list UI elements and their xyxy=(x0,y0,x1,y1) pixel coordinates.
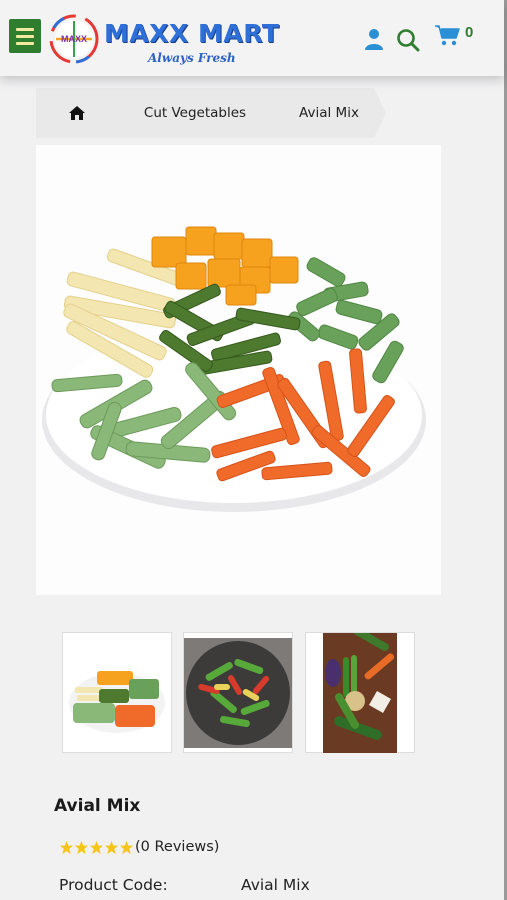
product-title: Avial Mix xyxy=(54,796,141,816)
menu-icon-bar xyxy=(16,41,34,45)
user-icon[interactable] xyxy=(364,28,384,50)
product-main-image[interactable] xyxy=(36,145,441,595)
search-icon[interactable] xyxy=(396,28,420,52)
thumbnail-raw-vegetables-image xyxy=(323,632,397,753)
site-logo[interactable]: MAXX MAXX MART Always Fresh xyxy=(48,13,288,69)
hamburger-menu-button[interactable] xyxy=(9,19,41,53)
star-icon xyxy=(119,840,134,854)
cart-icon[interactable] xyxy=(434,24,460,46)
star-rating xyxy=(59,840,134,855)
star-icon xyxy=(104,840,119,854)
thumbnail-wok-image xyxy=(184,637,292,748)
breadcrumb-item-current: Avial Mix xyxy=(272,88,386,138)
breadcrumb-label: Avial Mix xyxy=(299,105,359,121)
star-icon xyxy=(89,840,104,854)
site-header: MAXX MAXX MART Always Fresh 0 xyxy=(0,0,504,76)
thumbnail-3[interactable] xyxy=(305,632,415,753)
thumbnail-1[interactable] xyxy=(62,632,172,753)
reviews-count[interactable]: (0 Reviews) xyxy=(135,839,219,855)
product-code-value: Avial Mix xyxy=(241,876,310,894)
brand-name: MAXX MART xyxy=(104,19,280,48)
menu-icon-bar xyxy=(16,27,34,31)
star-icon xyxy=(74,840,89,854)
breadcrumb: Cut Vegetables Avial Mix xyxy=(36,88,386,138)
thumbnail-2[interactable] xyxy=(183,632,293,753)
home-icon xyxy=(69,106,85,120)
product-code-label: Product Code: xyxy=(59,876,168,894)
vegetable-platter-image xyxy=(42,226,426,512)
thumbnail-platter-image xyxy=(69,670,165,733)
product-rating[interactable]: (0 Reviews) xyxy=(59,839,219,855)
cart-count-badge: 0 xyxy=(465,24,474,41)
star-icon xyxy=(59,840,74,854)
breadcrumb-label: Cut Vegetables xyxy=(143,105,247,121)
svg-text:MAXX: MAXX xyxy=(61,34,87,44)
breadcrumb-item-cut-vegetables[interactable]: Cut Vegetables xyxy=(106,88,284,138)
logo-emblem-icon: MAXX xyxy=(49,14,99,64)
menu-icon-bar xyxy=(16,34,34,38)
brand-tagline: Always Fresh xyxy=(148,51,236,65)
